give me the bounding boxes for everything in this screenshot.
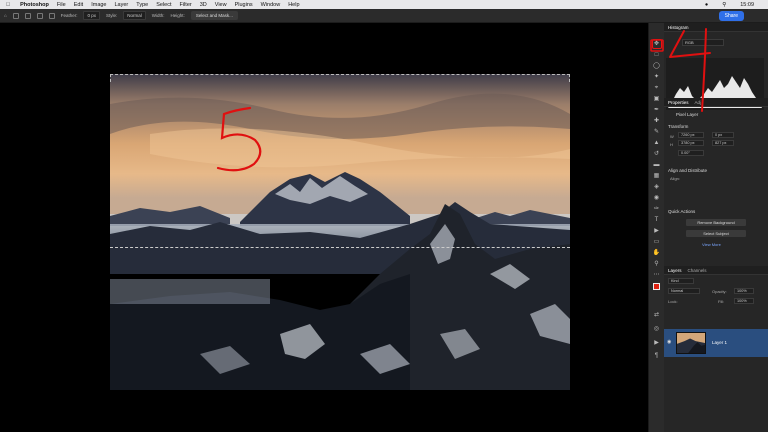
shape-tool-icon[interactable]: ▭ — [653, 238, 661, 246]
path-select-icon[interactable]: ▶ — [653, 227, 661, 235]
type-tool-icon[interactable]: T — [653, 216, 661, 224]
adjust-icon[interactable]: ⇄ — [653, 311, 661, 319]
fill-field[interactable]: 100% — [734, 298, 754, 304]
subtract-selection-icon[interactable] — [48, 12, 55, 19]
opacity-field[interactable]: 100% — [734, 288, 754, 294]
selection-marquee-top — [110, 74, 570, 82]
feather-input[interactable]: 0 px — [83, 11, 100, 20]
width-label: Width: — [151, 13, 165, 18]
menu-bar:  Photoshop File Edit Image Layer Type S… — [0, 0, 768, 9]
history-brush-icon[interactable]: ↺ — [653, 150, 661, 158]
select-subject-button[interactable]: Select Subject — [686, 230, 746, 237]
svg-text:4: 4 — [648, 23, 649, 24]
menu-help[interactable]: Help — [288, 2, 299, 8]
align-section-header[interactable]: Align and Distribute — [668, 168, 707, 173]
layer-filter-kind[interactable]: Kind — [668, 278, 694, 284]
height-label-h: H — [670, 142, 673, 147]
fill-label: Fill: — [718, 299, 725, 304]
layer-thumbnail — [676, 332, 706, 354]
width-label-w: W — [670, 134, 674, 139]
quick-actions-header[interactable]: Quick Actions — [668, 209, 695, 214]
eraser-icon[interactable]: ▬ — [653, 161, 661, 169]
pen-tool-icon[interactable]: ✑ — [653, 205, 661, 213]
view-more-link[interactable]: View More — [702, 242, 721, 247]
x-field[interactable]: 0 px — [712, 132, 734, 138]
apple-icon[interactable]:  — [6, 2, 10, 8]
brush-tool-icon[interactable]: ✎ — [653, 128, 661, 136]
width-field[interactable]: 7260 px — [678, 132, 704, 138]
tab-layers[interactable]: Layers — [668, 268, 682, 273]
remove-background-button[interactable]: Remove Background — [686, 219, 746, 226]
wifi-icon[interactable]: ● — [705, 2, 708, 8]
zoom-tool-icon[interactable]: ⚲ — [653, 260, 661, 268]
layer-row[interactable]: ◉ Layer 1 — [664, 329, 768, 357]
dodge-tool-icon[interactable]: ◉ — [653, 194, 661, 202]
menu-select[interactable]: Select — [156, 2, 171, 8]
new-selection-icon[interactable] — [24, 12, 31, 19]
selection-marquee-line — [110, 247, 570, 248]
eye-visibility-icon[interactable]: ◉ — [667, 339, 671, 345]
menu-view[interactable]: View — [215, 2, 227, 8]
layer-name[interactable]: Layer 1 — [712, 340, 727, 345]
feather-label: Feather: — [60, 13, 78, 18]
menu-file[interactable]: File — [57, 2, 66, 8]
search-icon[interactable]: ⚲ — [722, 2, 726, 8]
actions-icon[interactable]: ▶ — [653, 339, 661, 347]
menu-image[interactable]: Image — [91, 2, 106, 8]
paragraph-icon[interactable]: ¶ — [653, 353, 661, 361]
gradient-icon[interactable]: ▦ — [653, 172, 661, 180]
style-select[interactable]: Normal — [123, 11, 146, 20]
hand-tool-icon[interactable]: ✋ — [653, 249, 661, 257]
more-tools-icon[interactable]: ⋯ — [653, 271, 661, 279]
document-image[interactable] — [110, 74, 570, 390]
height-label: Height: — [170, 13, 185, 18]
y-field[interactable]: 827 px — [712, 140, 734, 146]
layers-tabbar: Layers Channels — [664, 266, 768, 275]
svg-text:5: 5 — [210, 100, 211, 101]
share-button[interactable]: Share — [718, 11, 744, 21]
menu-edit[interactable]: Edit — [74, 2, 83, 8]
clone-stamp-icon[interactable]: ▲ — [653, 139, 661, 147]
align-label: Align: — [670, 176, 681, 181]
lock-label: Lock: — [668, 299, 678, 304]
menu-3d[interactable]: 3D — [200, 2, 207, 8]
menu-layer[interactable]: Layer — [115, 2, 129, 8]
angle-field[interactable]: 0.00° — [678, 150, 704, 156]
menu-filter[interactable]: Filter — [180, 2, 192, 8]
transform-section-header[interactable]: Transform — [668, 124, 688, 129]
height-field[interactable]: 3780 px — [678, 140, 704, 146]
home-icon[interactable]: ⌂ — [4, 13, 7, 18]
marquee-tool-icon[interactable] — [12, 12, 19, 19]
add-selection-icon[interactable] — [36, 12, 43, 19]
opacity-label: Opacity: — [712, 289, 727, 294]
select-and-mask-button[interactable]: Select and Mask... — [190, 11, 238, 20]
info-icon[interactable]: ◎ — [653, 325, 661, 333]
clock[interactable]: 15:09 — [740, 2, 754, 8]
annotation-number-five: 5 — [210, 100, 262, 172]
annotation-number-four: 4 — [648, 23, 711, 112]
menu-type[interactable]: Type — [136, 2, 148, 8]
blend-mode-select[interactable]: Normal — [668, 288, 700, 294]
style-label: Style: — [106, 13, 118, 18]
foreground-color-swatch[interactable] — [653, 283, 660, 290]
blur-tool-icon[interactable]: ◈ — [653, 183, 661, 191]
secondary-tools-panel: ⇄ ◎ ▶ ¶ — [648, 293, 664, 432]
tab-channels[interactable]: Channels — [688, 268, 707, 273]
menu-plugins[interactable]: Plugins — [235, 2, 253, 8]
options-bar: ⌂ Feather: 0 px Style: Normal Width: Hei… — [0, 9, 768, 23]
menu-window[interactable]: Window — [261, 2, 281, 8]
app-menu[interactable]: Photoshop — [20, 2, 49, 8]
